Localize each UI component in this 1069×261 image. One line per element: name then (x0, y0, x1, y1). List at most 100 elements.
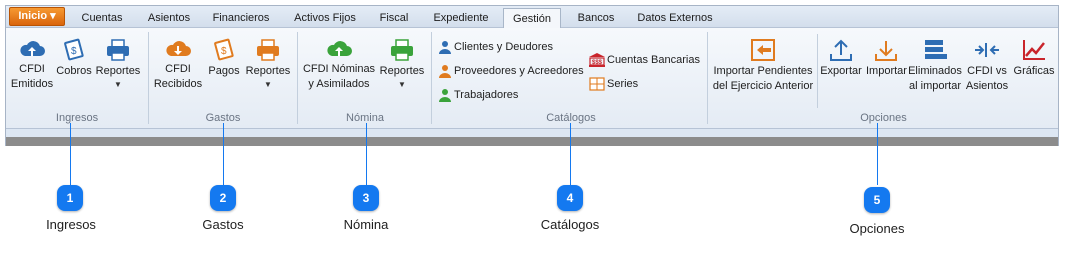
grid-icon (589, 77, 605, 91)
chevron-down-icon: ▼ (114, 80, 122, 89)
pagos-button[interactable]: $ Pagos (206, 38, 242, 79)
group-label-ingresos: Ingresos (55, 112, 99, 124)
trabajadores-button[interactable]: Trabajadores (438, 86, 518, 104)
clientes-deudores-label: Clientes y Deudores (454, 41, 554, 53)
cfdi-vs-asientos-label: CFDI vs Asientos (965, 65, 1009, 92)
tab-asientos[interactable]: Asientos (138, 8, 200, 28)
button-divider (817, 34, 818, 108)
stacked-list-icon (925, 40, 947, 59)
reportes-ingresos-button[interactable]: Reportes ▼ (94, 38, 142, 91)
tab-fiscal[interactable]: Fiscal (372, 8, 416, 28)
tab-inicio[interactable]: Inicio ▾ (9, 7, 65, 26)
pagos-label: Pagos (208, 65, 240, 77)
callout-leader (70, 123, 71, 185)
callout-leader (223, 123, 224, 185)
cobros-icon: $ (64, 38, 84, 61)
group-divider (707, 32, 708, 124)
callout-badge-1: 1 (57, 185, 83, 211)
group-divider (431, 32, 432, 124)
tab-cuentas[interactable]: Cuentas (72, 8, 132, 28)
cuentas-bancarias-button[interactable]: $$$ Cuentas Bancarias (589, 51, 700, 69)
callout-badge-4: 4 (557, 185, 583, 211)
group-divider (148, 32, 149, 124)
eliminados-importar-button[interactable]: Eliminados al importar (908, 38, 962, 94)
importar-pendientes-label: Importar Pendientes del Ejercicio Anteri… (712, 65, 814, 92)
line-chart-icon (1023, 40, 1045, 60)
cloud-upload-icon (327, 41, 352, 56)
proveedores-acreedores-label: Proveedores y Acreedores (454, 65, 584, 77)
group-label-catalogos: Catálogos (546, 112, 596, 124)
reportes-label: Reportes (95, 65, 141, 77)
callout-label-ingresos: Ingresos (46, 217, 96, 232)
cloud-download-icon (166, 41, 191, 56)
person-icon (439, 65, 451, 79)
tab-expediente[interactable]: Expediente (424, 8, 498, 28)
cloud-upload-icon (20, 41, 45, 56)
group-label-nomina: Nómina (346, 112, 384, 124)
tab-activos-fijos[interactable]: Activos Fijos (284, 8, 366, 28)
cfdi-nominas-button[interactable]: CFDI Nóminas y Asimilados (301, 38, 377, 92)
group-label-opciones: Opciones (860, 112, 907, 124)
cobros-label: Cobros (56, 65, 92, 77)
pagos-icon: $ (214, 38, 234, 61)
bank-icon: $$$ (589, 53, 605, 68)
callout-badge-2: 2 (210, 185, 236, 211)
cuentas-bancarias-label: Cuentas Bancarias (607, 54, 700, 66)
proveedores-acreedores-button[interactable]: Proveedores y Acreedores (438, 62, 584, 80)
trabajadores-label: Trabajadores (454, 89, 519, 101)
callout-badge-3: 3 (353, 185, 379, 211)
callout-label-gastos: Gastos (202, 217, 244, 232)
printer-icon (107, 39, 129, 61)
reportes-nomina-button[interactable]: Reportes ▼ (378, 38, 426, 91)
clientes-deudores-button[interactable]: Clientes y Deudores (438, 38, 553, 56)
eliminados-importar-label: Eliminados al importar (908, 65, 962, 92)
callout-label-catalogos: Catálogos (540, 217, 600, 232)
ribbon-panel: CFDI Emitidos $ Cobros Reportes ▼ Ingres… (6, 28, 1058, 129)
callout-leader (877, 123, 878, 185)
importar-label: Importar (866, 65, 907, 77)
cfdi-nominas-label: CFDI Nóminas y Asimilados (302, 63, 376, 90)
status-strip (6, 137, 1058, 146)
cfdi-vs-asientos-button[interactable]: CFDI vs Asientos (964, 38, 1010, 94)
tab-gestion[interactable]: Gestión (503, 8, 561, 29)
reportes-label: Reportes (245, 65, 291, 77)
callout-badge-5: 5 (864, 187, 890, 213)
importar-pendientes-button[interactable]: Importar Pendientes del Ejercicio Anteri… (711, 38, 815, 94)
tab-bancos[interactable]: Bancos (571, 8, 621, 28)
graficas-button[interactable]: Gráficas (1012, 38, 1056, 79)
exportar-label: Exportar (820, 65, 862, 77)
tab-bar: Inicio ▾ Cuentas Asientos Financieros Ac… (6, 6, 1058, 29)
printer-icon (257, 39, 279, 61)
callout-label-nomina: Nómina (343, 217, 389, 232)
tab-financieros[interactable]: Financieros (204, 8, 278, 28)
upload-icon (830, 39, 852, 61)
ribbon: Inicio ▾ Cuentas Asientos Financieros Ac… (5, 5, 1059, 146)
svg-text:$: $ (71, 46, 77, 57)
callout-leader (570, 123, 571, 185)
series-label: Series (607, 78, 639, 90)
callout-label-opciones: Opciones (849, 221, 905, 236)
callout-leader (366, 123, 367, 185)
svg-text:$: $ (221, 46, 227, 57)
printer-icon (391, 39, 413, 61)
chevron-down-icon: ▼ (264, 80, 272, 89)
cfdi-recibidos-label: CFDI Recibidos (153, 63, 203, 90)
cfdi-emitidos-button[interactable]: CFDI Emitidos (10, 38, 54, 92)
exportar-button[interactable]: Exportar (820, 38, 862, 79)
reportes-gastos-button[interactable]: Reportes ▼ (244, 38, 292, 91)
svg-text:$$$: $$$ (592, 60, 603, 66)
graficas-label: Gráficas (1013, 65, 1055, 77)
cfdi-recibidos-button[interactable]: CFDI Recibidos (152, 38, 204, 92)
compare-icon (975, 43, 999, 57)
person-icon (439, 89, 451, 103)
reportes-label: Reportes (379, 65, 425, 77)
tab-datos-externos[interactable]: Datos Externos (630, 8, 720, 28)
chevron-down-icon: ▼ (398, 80, 406, 89)
series-button[interactable]: Series (589, 75, 638, 93)
importar-button[interactable]: Importar (866, 38, 907, 79)
cobros-button[interactable]: $ Cobros (56, 38, 92, 79)
group-divider (297, 32, 298, 124)
download-icon (875, 41, 897, 61)
import-back-icon (751, 39, 775, 61)
person-icon (439, 41, 451, 55)
